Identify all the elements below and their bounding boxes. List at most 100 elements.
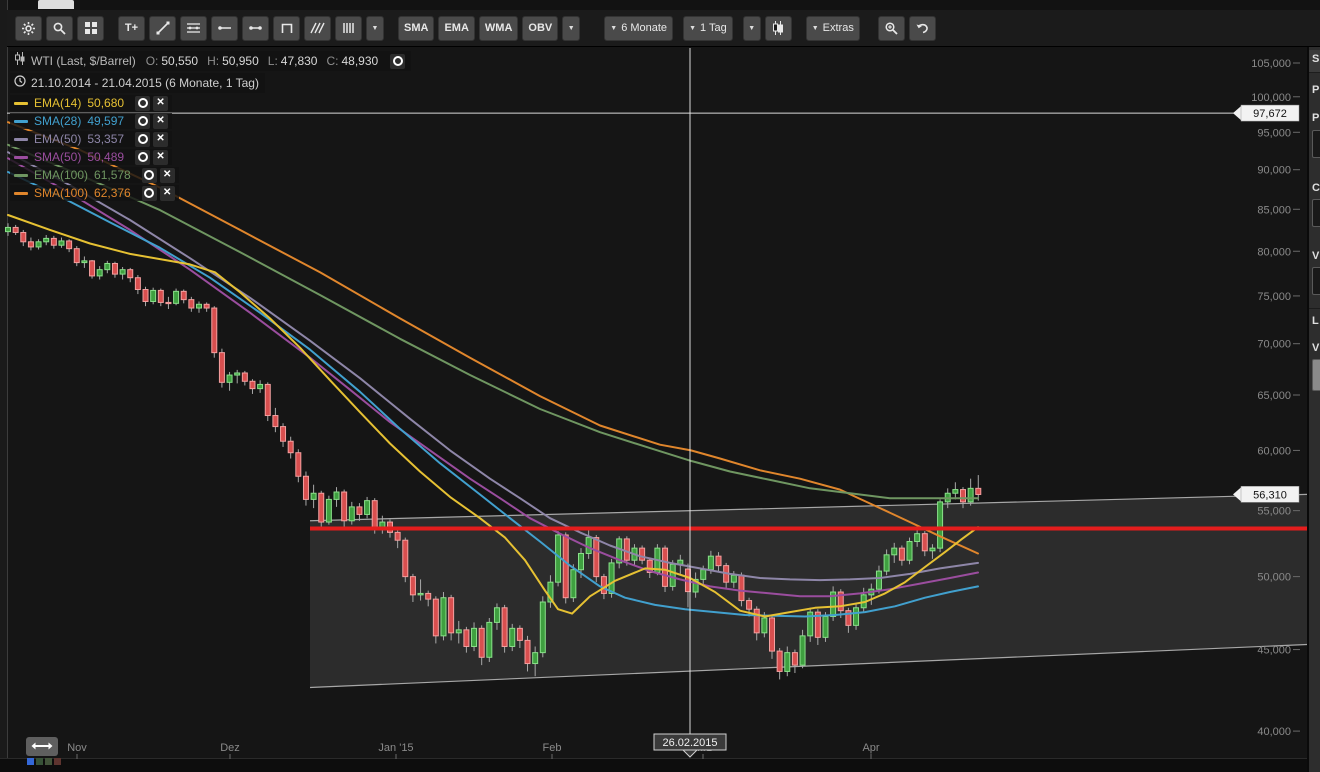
panel-button-fragment[interactable] (1312, 359, 1320, 391)
chevron-down-icon: ▼ (748, 25, 755, 32)
fibonacci-tool-button[interactable] (180, 16, 207, 41)
y-axis-label: 60,000 (1257, 445, 1291, 457)
y-axis-label: 45,000 (1257, 645, 1291, 657)
y-axis-label: 55,000 (1257, 506, 1291, 518)
x-axis[interactable]: NovDezJan '15FebMrzApr (67, 742, 880, 759)
extras-dropdown-button[interactable]: ▼Extras (806, 16, 860, 41)
status-dot-blue[interactable] (27, 758, 34, 765)
trendline-icon (156, 21, 170, 35)
legend-remove-button[interactable]: ✕ (153, 96, 168, 111)
legend-remove-button[interactable]: ✕ (153, 150, 168, 165)
trendline-tool-button[interactable] (149, 16, 176, 41)
draw-tools-dropdown-button[interactable]: ▼ (366, 16, 384, 41)
legend-color-dash (14, 192, 28, 195)
candle (334, 487, 339, 507)
legend-settings-button[interactable] (142, 168, 157, 183)
crosshair-date-tag: 26.02.2015 (654, 734, 726, 757)
candle (800, 630, 805, 668)
y-axis-label: 95,000 (1257, 127, 1291, 139)
panel-input-fragment[interactable] (1312, 267, 1320, 295)
indicator-wma-button[interactable]: WMA (479, 16, 519, 41)
period-label: 6 Monate (621, 22, 667, 34)
zoom-in-button[interactable] (878, 16, 905, 41)
chart-type-dropdown-button[interactable]: ▼ (743, 16, 761, 41)
status-dot-red[interactable] (54, 758, 61, 765)
candle (6, 223, 11, 236)
rectangle-tool-button[interactable] (273, 16, 300, 41)
candle (311, 485, 316, 508)
legend-remove-button[interactable]: ✕ (153, 114, 168, 129)
legend-remove-button[interactable]: ✕ (153, 132, 168, 147)
text-tool-button[interactable]: T+ (118, 16, 145, 41)
candle (670, 560, 675, 590)
indicator-obv-button[interactable]: OBV (522, 16, 558, 41)
candle (28, 238, 33, 251)
symbol-settings-button[interactable] (390, 54, 405, 69)
horizontal-ray-tool-button[interactable] (211, 16, 238, 41)
legend-settings-button[interactable] (135, 114, 150, 129)
x-axis-label: Nov (67, 742, 87, 754)
candlestick-glyph-icon (14, 52, 26, 70)
legend-color-dash (14, 174, 28, 177)
svg-text:56,310: 56,310 (1253, 489, 1287, 501)
legend-settings-button[interactable] (142, 186, 157, 201)
y-axis-label: 65,000 (1257, 390, 1291, 402)
candle (197, 301, 202, 312)
status-dot-olive[interactable] (45, 758, 52, 765)
circle-icon (138, 116, 148, 126)
legend-settings-button[interactable] (135, 132, 150, 147)
chevron-down-icon: ▼ (689, 25, 696, 32)
parallel-channel-tool-button[interactable] (304, 16, 331, 41)
candle (968, 479, 973, 506)
undo-button[interactable] (909, 16, 936, 41)
candle (112, 262, 117, 278)
y-axis-label: 100,000 (1251, 92, 1291, 104)
interval-dropdown-button[interactable]: ▼1 Tag (683, 16, 733, 41)
period-dropdown-button[interactable]: ▼ 6 Monate (604, 16, 673, 41)
candle (90, 260, 95, 279)
layout-button[interactable] (77, 16, 104, 41)
ohlc-label: O: (146, 54, 159, 68)
trend-channel[interactable] (310, 494, 1307, 687)
candle (907, 538, 912, 565)
chevron-down-icon: ▼ (610, 25, 617, 32)
status-dot-green[interactable] (36, 758, 43, 765)
x-axis-label: Apr (862, 742, 879, 754)
chart-type-button[interactable] (765, 16, 792, 41)
candle (97, 266, 102, 279)
candle (36, 239, 41, 249)
settings-button[interactable] (15, 16, 42, 41)
volume-bars-tool-button[interactable] (335, 16, 362, 41)
panel-input-fragment[interactable] (1312, 199, 1320, 227)
candle (326, 496, 331, 525)
legend-remove-button[interactable]: ✕ (160, 168, 175, 183)
clock-icon (14, 74, 26, 92)
legend-remove-button[interactable]: ✕ (160, 186, 175, 201)
ohlc-label: L: (268, 54, 278, 68)
legend-indicator-value: 49,597 (87, 114, 124, 128)
legend-indicator-name: EMA(50) (34, 132, 81, 146)
legend-row: SMA(100)62,376✕ (10, 185, 179, 201)
close-icon: ✕ (156, 134, 164, 144)
legend-indicator-value: 62,376 (94, 186, 131, 200)
search-button[interactable] (46, 16, 73, 41)
legend-settings-button[interactable] (135, 96, 150, 111)
legend-color-dash (14, 102, 28, 105)
toolbar: T+ ▼ SMA EMA WMA OBV ▼ ▼6 Monate ▼1 Tag … (7, 10, 1320, 47)
candle (105, 261, 110, 273)
candle (166, 297, 171, 309)
candle (594, 535, 599, 582)
candle (128, 268, 133, 282)
legend-settings-button[interactable] (135, 150, 150, 165)
indicators-dropdown-button[interactable]: ▼ (562, 16, 580, 41)
close-icon: ✕ (156, 116, 164, 126)
legend-indicator-name: SMA(28) (34, 114, 81, 128)
indicator-sma-button[interactable]: SMA (398, 16, 434, 41)
horizontal-segment-tool-button[interactable] (242, 16, 269, 41)
ohlc-value: 48,930 (341, 54, 378, 68)
pan-horizontal-button[interactable] (26, 737, 58, 756)
candle (82, 256, 87, 267)
indicator-ema-button[interactable]: EMA (438, 16, 474, 41)
panel-input-fragment[interactable] (1312, 130, 1320, 158)
svg-text:26.02.2015: 26.02.2015 (662, 737, 717, 749)
